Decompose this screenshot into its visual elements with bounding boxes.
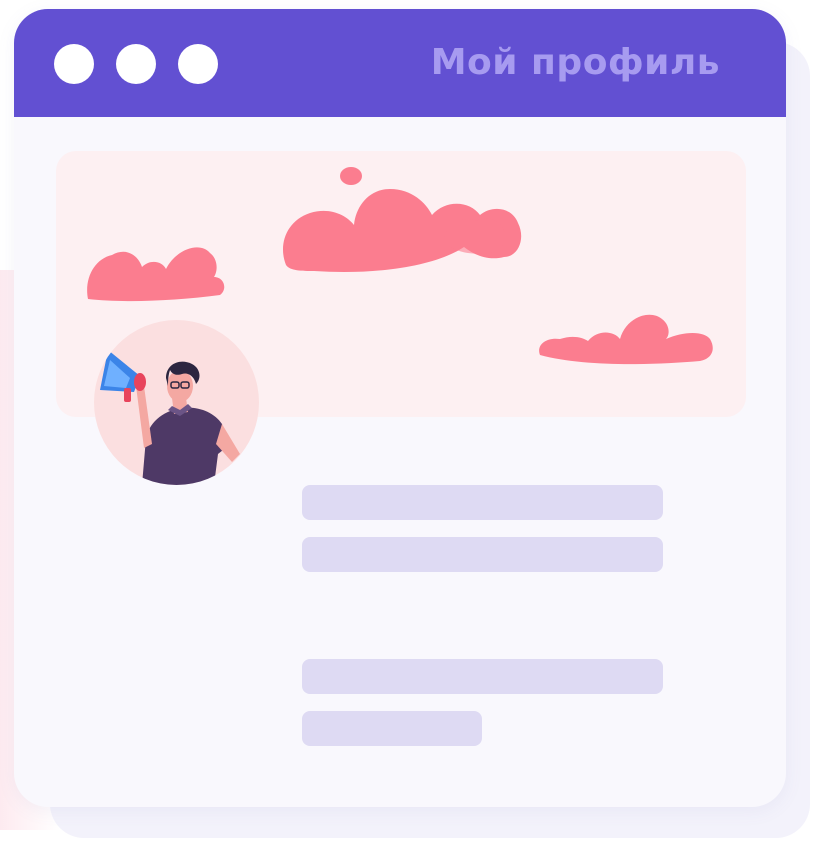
profile-illustration: Мой профиль <box>0 0 813 841</box>
placeholder-bar <box>302 711 482 746</box>
placeholder-bar <box>302 537 663 572</box>
placeholder-bar <box>302 659 663 694</box>
window-title-bar: Мой профиль <box>14 9 786 117</box>
window-title: Мой профиль <box>430 42 720 83</box>
arm-shape <box>136 386 152 448</box>
avatar[interactable] <box>94 320 259 485</box>
window-dot-icon[interactable] <box>116 44 156 84</box>
shirt-shape <box>142 407 228 485</box>
window-dot-icon[interactable] <box>178 44 218 84</box>
placeholder-bar <box>302 485 663 520</box>
window-dot-icon[interactable] <box>54 44 94 84</box>
profile-window: Мой профиль <box>14 9 786 807</box>
